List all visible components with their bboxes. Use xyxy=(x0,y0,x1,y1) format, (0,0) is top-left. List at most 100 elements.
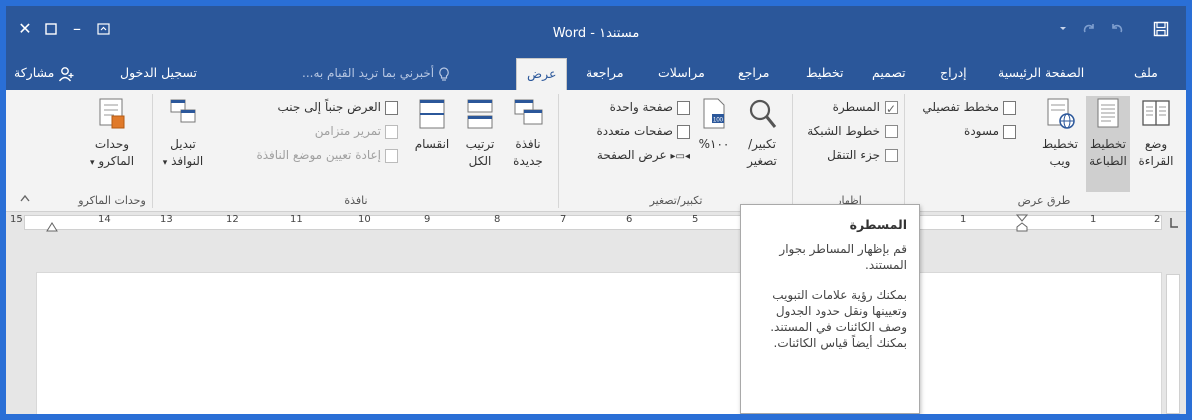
svg-text:100: 100 xyxy=(713,118,724,124)
split-label: انقسام xyxy=(414,137,450,151)
tab-mailings[interactable]: مراسلات xyxy=(648,58,715,90)
tab-file[interactable]: ملف xyxy=(1124,58,1168,90)
tab-review[interactable]: مراجعة xyxy=(576,58,634,90)
web-layout-icon xyxy=(1044,96,1076,132)
vertical-ruler[interactable] xyxy=(1166,274,1180,414)
tab-home[interactable]: الصفحة الرئيسية xyxy=(988,58,1094,90)
save-icon xyxy=(1153,21,1169,37)
ruler-number: 13 xyxy=(160,214,173,225)
page-width-label: عرض الصفحة xyxy=(596,148,667,162)
zoom-label: تكبير/ تصغير xyxy=(747,137,777,168)
gridlines-check-icon xyxy=(885,125,898,138)
outline-button[interactable]: مخطط تفصيلي xyxy=(910,96,1016,118)
outline-icon xyxy=(1003,100,1016,115)
switch-windows-icon xyxy=(167,96,199,132)
print-layout-icon xyxy=(1092,96,1124,132)
zoom-100-icon: 100 xyxy=(698,96,730,132)
sync-scrolling-label: تمرير متزامن xyxy=(314,124,381,138)
save-button[interactable] xyxy=(1150,18,1172,40)
horizontal-ruler[interactable]: 15 14 13 12 11 10 9 8 7 6 5 1 1 2 xyxy=(6,212,1186,234)
new-window-button[interactable]: نافذة جديدة xyxy=(506,96,550,192)
ruler-number: 11 xyxy=(290,214,303,225)
ruler-number: 10 xyxy=(358,214,371,225)
macros-button[interactable]: وحدات الماكرو ▾ xyxy=(84,96,140,192)
arrange-all-label: ترتيب الكل xyxy=(465,137,495,168)
arrange-all-button[interactable]: ترتيب الكل xyxy=(458,96,502,192)
ruler-number: 15 xyxy=(10,214,23,225)
document-page[interactable] xyxy=(36,272,1162,414)
tell-me-box[interactable]: أخبرني بما تريد القيام به... xyxy=(302,58,450,90)
tooltip-line: قم بإظهار المساطر بجوار المستند. xyxy=(779,242,907,272)
signin-link[interactable]: تسجيل الدخول xyxy=(120,58,197,90)
magnifier-icon xyxy=(746,96,778,132)
side-by-side-icon xyxy=(385,100,398,115)
undo-icon xyxy=(1112,24,1123,33)
lightbulb-icon xyxy=(439,66,449,81)
window-group-label: نافذة xyxy=(344,194,368,207)
switch-windows-button[interactable]: تبديل النوافذ ▾ xyxy=(158,96,208,192)
undo-button[interactable] xyxy=(1106,18,1128,40)
right-indent-marker-icon[interactable] xyxy=(46,220,58,232)
tab-references[interactable]: مراجع xyxy=(728,58,779,90)
one-page-icon xyxy=(677,100,690,115)
ruler-number: 1 xyxy=(1090,214,1097,225)
macros-group-label: وحدات الماكرو xyxy=(78,194,146,207)
macros-dropdown-icon: ▾ xyxy=(89,158,95,168)
draft-icon xyxy=(1003,124,1016,139)
multiple-pages-label: صفحات متعددة xyxy=(596,124,673,138)
group-divider xyxy=(152,94,153,208)
new-window-label: نافذة جديدة xyxy=(513,137,543,168)
multiple-pages-button[interactable]: صفحات متعددة xyxy=(566,120,690,142)
tab-insert[interactable]: إدراج xyxy=(930,58,977,90)
nav-pane-checkbox[interactable]: جزء التنقل xyxy=(798,144,898,166)
web-layout-label: تخطيط ويب xyxy=(1042,137,1078,168)
nav-pane-label: جزء التنقل xyxy=(827,148,880,162)
read-mode-icon xyxy=(1140,96,1172,132)
customize-qat-button[interactable] xyxy=(1052,18,1074,40)
macros-icon xyxy=(96,96,128,132)
sync-scrolling-button[interactable]: تمرير متزامن xyxy=(218,120,398,142)
one-page-label: صفحة واحدة xyxy=(609,100,673,114)
tab-selector-icon[interactable] xyxy=(1168,216,1180,230)
share-button[interactable]: مشاركة xyxy=(14,58,74,90)
tab-design[interactable]: تصميم xyxy=(862,58,916,90)
print-layout-button[interactable]: تخطيط الطباعة xyxy=(1086,96,1130,192)
collapse-ribbon-button[interactable] xyxy=(20,194,30,205)
switch-windows-label: تبديل النوافذ xyxy=(170,137,204,168)
switch-windows-dropdown-icon: ▾ xyxy=(162,158,168,168)
ruler-number: 1 xyxy=(960,214,967,225)
multiple-pages-icon xyxy=(677,124,690,139)
tell-me-placeholder: أخبرني بما تريد القيام به... xyxy=(302,66,435,80)
page-width-button[interactable]: ◂▭▸ عرض الصفحة xyxy=(566,144,690,166)
ruler-tooltip: المسطرة قم بإظهار المساطر بجوار المستند.… xyxy=(740,204,920,414)
draft-button[interactable]: مسودة xyxy=(910,120,1016,142)
document-workspace xyxy=(6,234,1186,414)
ruler-checkbox[interactable]: المسطرة xyxy=(798,96,898,120)
chevron-up-icon xyxy=(20,194,30,202)
zoom-100-button[interactable]: 100 ١٠٠% xyxy=(694,96,734,192)
tab-view[interactable]: عرض xyxy=(516,58,568,92)
ruler-number: 2 xyxy=(1154,214,1161,225)
tab-layout[interactable]: تخطيط xyxy=(796,58,853,90)
read-mode-button[interactable]: وضع القراءة xyxy=(1134,96,1178,192)
view-side-by-side-button[interactable]: العرض جنباً إلى جنب xyxy=(218,96,398,118)
macros-label: وحدات الماكرو xyxy=(94,137,135,168)
web-layout-button[interactable]: تخطيط ويب xyxy=(1038,96,1082,192)
redo-button[interactable] xyxy=(1078,18,1100,40)
title-bar: ✕ – مستند١ - Word xyxy=(6,6,1186,58)
zoom-button[interactable]: تكبير/ تصغير xyxy=(738,96,786,192)
reset-window-position-button[interactable]: إعادة تعيين موضع النافذة xyxy=(218,144,398,166)
one-page-button[interactable]: صفحة واحدة xyxy=(566,96,690,118)
page-width-icon: ◂▭▸ xyxy=(670,151,691,162)
split-button[interactable]: انقسام xyxy=(410,96,454,192)
ribbon-tabs: مشاركة تسجيل الدخول أخبرني بما تريد القي… xyxy=(6,58,1186,92)
new-window-icon xyxy=(512,96,544,132)
gridlines-checkbox[interactable]: خطوط الشبكة xyxy=(798,120,898,142)
word-window: ✕ – مستند١ - Word مشاركة تسجيل الدخول أخ… xyxy=(6,6,1186,414)
indent-marker-icon[interactable] xyxy=(1016,214,1028,232)
draft-label: مسودة xyxy=(964,124,999,138)
group-divider xyxy=(792,94,793,208)
ruler-number: 5 xyxy=(692,214,699,225)
share-person-icon xyxy=(59,66,74,81)
group-divider xyxy=(558,94,559,208)
